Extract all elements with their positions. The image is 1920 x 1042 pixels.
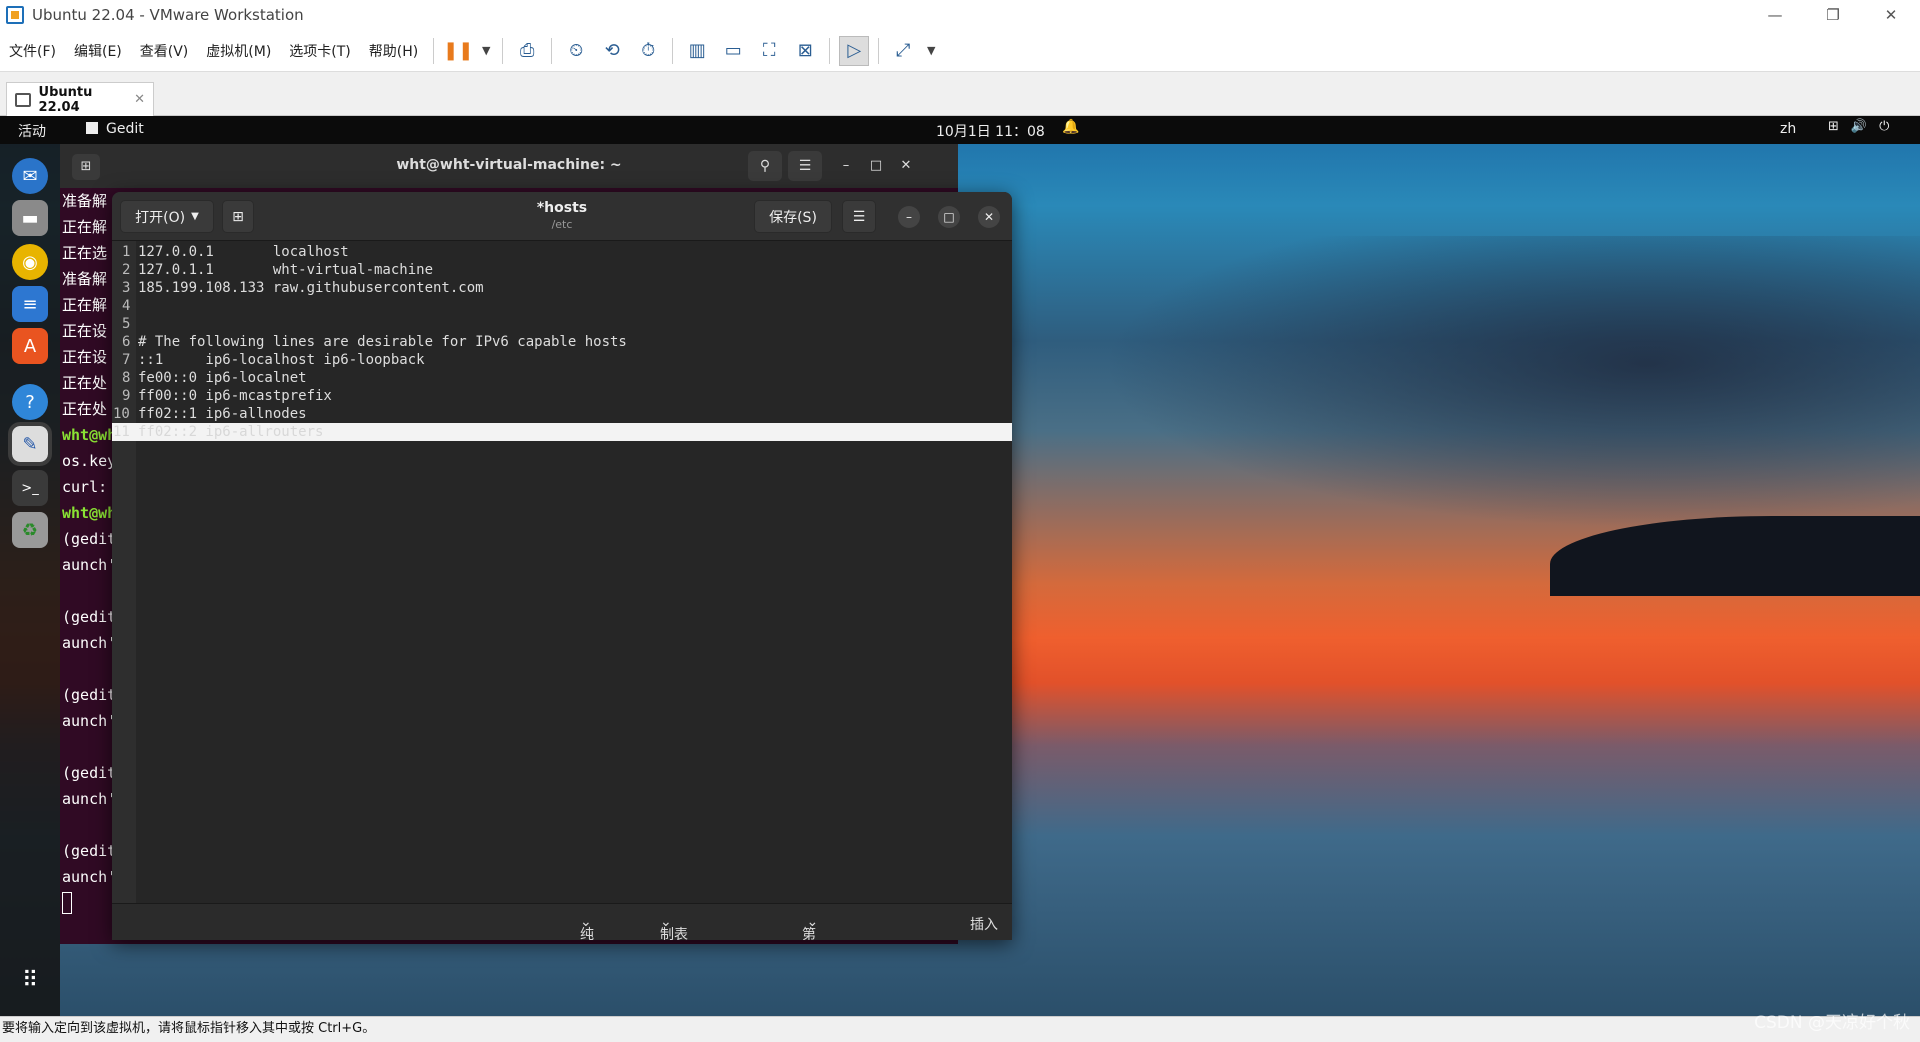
- gedit-icon[interactable]: ✎: [8, 422, 52, 466]
- gedit-header: 打开(O) ▼ ⊞ *hosts /etc 保存(S) ☰ – □ ✕: [112, 192, 1012, 241]
- new-document-icon[interactable]: ⊞: [222, 200, 254, 233]
- editor-line[interactable]: 2 127.0.1.1 wht-virtual-machine: [112, 261, 1012, 279]
- toolbar-divider: [829, 37, 831, 64]
- menu-toolbar: 文件(F) 编辑(E) 查看(V) 虚拟机(M) 选项卡(T) 帮助(H) ❚❚…: [0, 30, 1920, 72]
- minimize-icon[interactable]: –: [898, 206, 920, 228]
- editor-line[interactable]: 8 fe00::0 ip6-localnet: [112, 369, 1012, 387]
- ubuntu-dock: ✉ ▬ ◉ ≡ A ? ✎ >_ ♻ ⠿: [0, 144, 60, 1016]
- terminal-header: ⊞ wht@wht-virtual-machine: ~ ⚲ ☰ – □ ✕: [60, 144, 958, 188]
- menu-vm[interactable]: 虚拟机(M): [197, 41, 280, 61]
- language-selector[interactable]: 纯文本 ⌄: [580, 914, 594, 940]
- bell-icon: 🔔: [1062, 119, 1080, 135]
- snapshot-manager-icon[interactable]: ⏱: [633, 36, 663, 66]
- dropdown-arrow-icon[interactable]: ▼: [924, 36, 938, 66]
- save-button[interactable]: 保存(S): [754, 200, 832, 233]
- vmware-statusbar: 要将输入定向到该虚拟机，请将鼠标指针移入其中或按 Ctrl+G。: [0, 1016, 1920, 1042]
- ubuntu-top-bar: 活动 Gedit 10月1日 11：08 🔔 zh ⊞ 🔊 ⏻: [0, 116, 1920, 144]
- full-screen-icon[interactable]: ⛶: [754, 36, 784, 66]
- open-button[interactable]: 打开(O) ▼: [120, 200, 214, 233]
- toolbar-divider: [433, 37, 435, 64]
- menu-view[interactable]: 查看(V): [131, 41, 198, 61]
- vmware-title-bar: Ubuntu 22.04 - VMware Workstation — ❐ ✕: [0, 0, 1920, 30]
- toolbar-divider: [551, 37, 553, 64]
- window-title: Ubuntu 22.04 - VMware Workstation: [32, 6, 304, 24]
- files-icon[interactable]: ▬: [12, 200, 48, 236]
- text-editor[interactable]: 1 127.0.0.1 localhost 2 127.0.1.1 wht-virt…: [112, 241, 1012, 903]
- guest-desktop[interactable]: 活动 Gedit 10月1日 11：08 🔔 zh ⊞ 🔊 ⏻ ✉ ▬ ◉ ≡ …: [0, 116, 1920, 1016]
- dropdown-arrow-icon[interactable]: ▼: [479, 36, 493, 66]
- menu-edit[interactable]: 编辑(E): [65, 41, 131, 61]
- current-editor-line[interactable]: 11 ff02::2 ip6-allrouters: [112, 423, 1012, 441]
- maximize-icon[interactable]: □: [938, 206, 960, 228]
- help-icon[interactable]: ?: [12, 384, 48, 420]
- editor-line[interactable]: 7::1 ip6-localhost ip6-loopback: [112, 351, 1012, 369]
- editor-line[interactable]: 3 185.199.108.133 raw.githubusercontent.c…: [112, 279, 1012, 297]
- trash-icon[interactable]: ♻: [12, 512, 48, 548]
- close-button[interactable]: ✕: [1862, 0, 1920, 30]
- menu-help[interactable]: 帮助(H): [360, 41, 427, 61]
- insert-mode: 插入: [970, 917, 998, 933]
- pause-icon[interactable]: ❚❚: [443, 36, 473, 66]
- vm-icon: [15, 92, 31, 107]
- minimize-button[interactable]: —: [1746, 0, 1804, 30]
- editor-line[interactable]: 10 ff02::1 ip6-allnodes: [112, 405, 1012, 423]
- library-view-icon[interactable]: ▥: [682, 36, 712, 66]
- editor-line[interactable]: 1 127.0.0.1 localhost: [112, 243, 1012, 261]
- activities-button[interactable]: 活动: [18, 121, 46, 141]
- hamburger-menu-icon[interactable]: ☰: [842, 200, 876, 233]
- close-tab-icon[interactable]: ✕: [134, 92, 145, 107]
- menu-tabs[interactable]: 选项卡(T): [280, 41, 359, 61]
- terminal-title: wht@wht-virtual-machine: ~: [396, 157, 622, 173]
- close-icon[interactable]: ✕: [896, 156, 916, 176]
- close-icon[interactable]: ✕: [978, 206, 1000, 228]
- writer-icon[interactable]: ≡: [12, 286, 48, 322]
- vm-tab-strip: Ubuntu 22.04 ✕: [0, 74, 1920, 116]
- snapshot-icon[interactable]: ⏲: [561, 36, 591, 66]
- software-icon[interactable]: A: [12, 328, 48, 364]
- send-ctrl-alt-del-icon[interactable]: ⎙: [512, 36, 542, 66]
- editor-line[interactable]: 9 ff00::0 ip6-mcastprefix: [112, 387, 1012, 405]
- tab-label: Ubuntu 22.04: [38, 84, 93, 115]
- power-icon: ⏻: [1879, 119, 1890, 134]
- tab-ubuntu[interactable]: Ubuntu 22.04 ✕: [6, 82, 154, 116]
- editor-line[interactable]: 5: [112, 315, 1012, 333]
- search-icon[interactable]: ⚲: [748, 151, 782, 181]
- unity-icon[interactable]: ⊠: [790, 36, 820, 66]
- clock[interactable]: 10月1日 11：08: [936, 121, 1045, 141]
- stretch-icon[interactable]: ⤢: [888, 36, 918, 66]
- gedit-window[interactable]: 打开(O) ▼ ⊞ *hosts /etc 保存(S) ☰ – □ ✕ 1 127…: [112, 192, 1012, 940]
- open-label: 打开(O): [135, 209, 186, 226]
- chevron-down-icon: ▼: [191, 211, 199, 222]
- network-icon: ⊞: [1828, 119, 1839, 134]
- menu-icon[interactable]: ☰: [788, 151, 822, 181]
- terminal-icon[interactable]: >_: [12, 470, 48, 506]
- maximize-icon[interactable]: □: [866, 156, 886, 176]
- volume-icon: 🔊: [1850, 119, 1868, 134]
- rhythmbox-icon[interactable]: ◉: [12, 244, 48, 280]
- toolbar-divider: [878, 37, 880, 64]
- app-grid-icon[interactable]: ⠿: [12, 962, 48, 998]
- app-menu[interactable]: Gedit: [86, 121, 144, 137]
- editor-line[interactable]: 4: [112, 297, 1012, 315]
- thumbnail-view-icon[interactable]: ▭: [718, 36, 748, 66]
- restore-button[interactable]: ❐: [1804, 0, 1862, 30]
- input-method[interactable]: zh: [1780, 121, 1796, 137]
- terminal-cursor: [62, 892, 72, 914]
- vmware-logo-icon: [6, 6, 24, 24]
- thunderbird-icon[interactable]: ✉: [12, 158, 48, 194]
- wallpaper-clouds: [1010, 236, 1920, 556]
- watermark: CSDN @天凉好个秋: [1754, 1013, 1910, 1033]
- tab-width-selector[interactable]: 制表符宽度：8 ⌄: [660, 914, 688, 940]
- toolbar-divider: [502, 37, 504, 64]
- editor-line[interactable]: 6 # The following lines are desirable for…: [112, 333, 1012, 351]
- menu-file[interactable]: 文件(F): [0, 41, 65, 61]
- toolbar-divider: [672, 37, 674, 64]
- gedit-statusbar: 纯文本 ⌄ 制表符宽度：8 ⌄ 第 11 行，第 23 列 ⌄ 插入: [112, 903, 1012, 940]
- system-tray[interactable]: ⊞ 🔊 ⏻: [1828, 119, 1889, 134]
- revert-snapshot-icon[interactable]: ⟲: [597, 36, 627, 66]
- minimize-icon[interactable]: –: [836, 156, 856, 176]
- console-view-icon[interactable]: ▷: [839, 35, 870, 66]
- cursor-position[interactable]: 第 11 行，第 23 列 ⌄: [802, 914, 818, 940]
